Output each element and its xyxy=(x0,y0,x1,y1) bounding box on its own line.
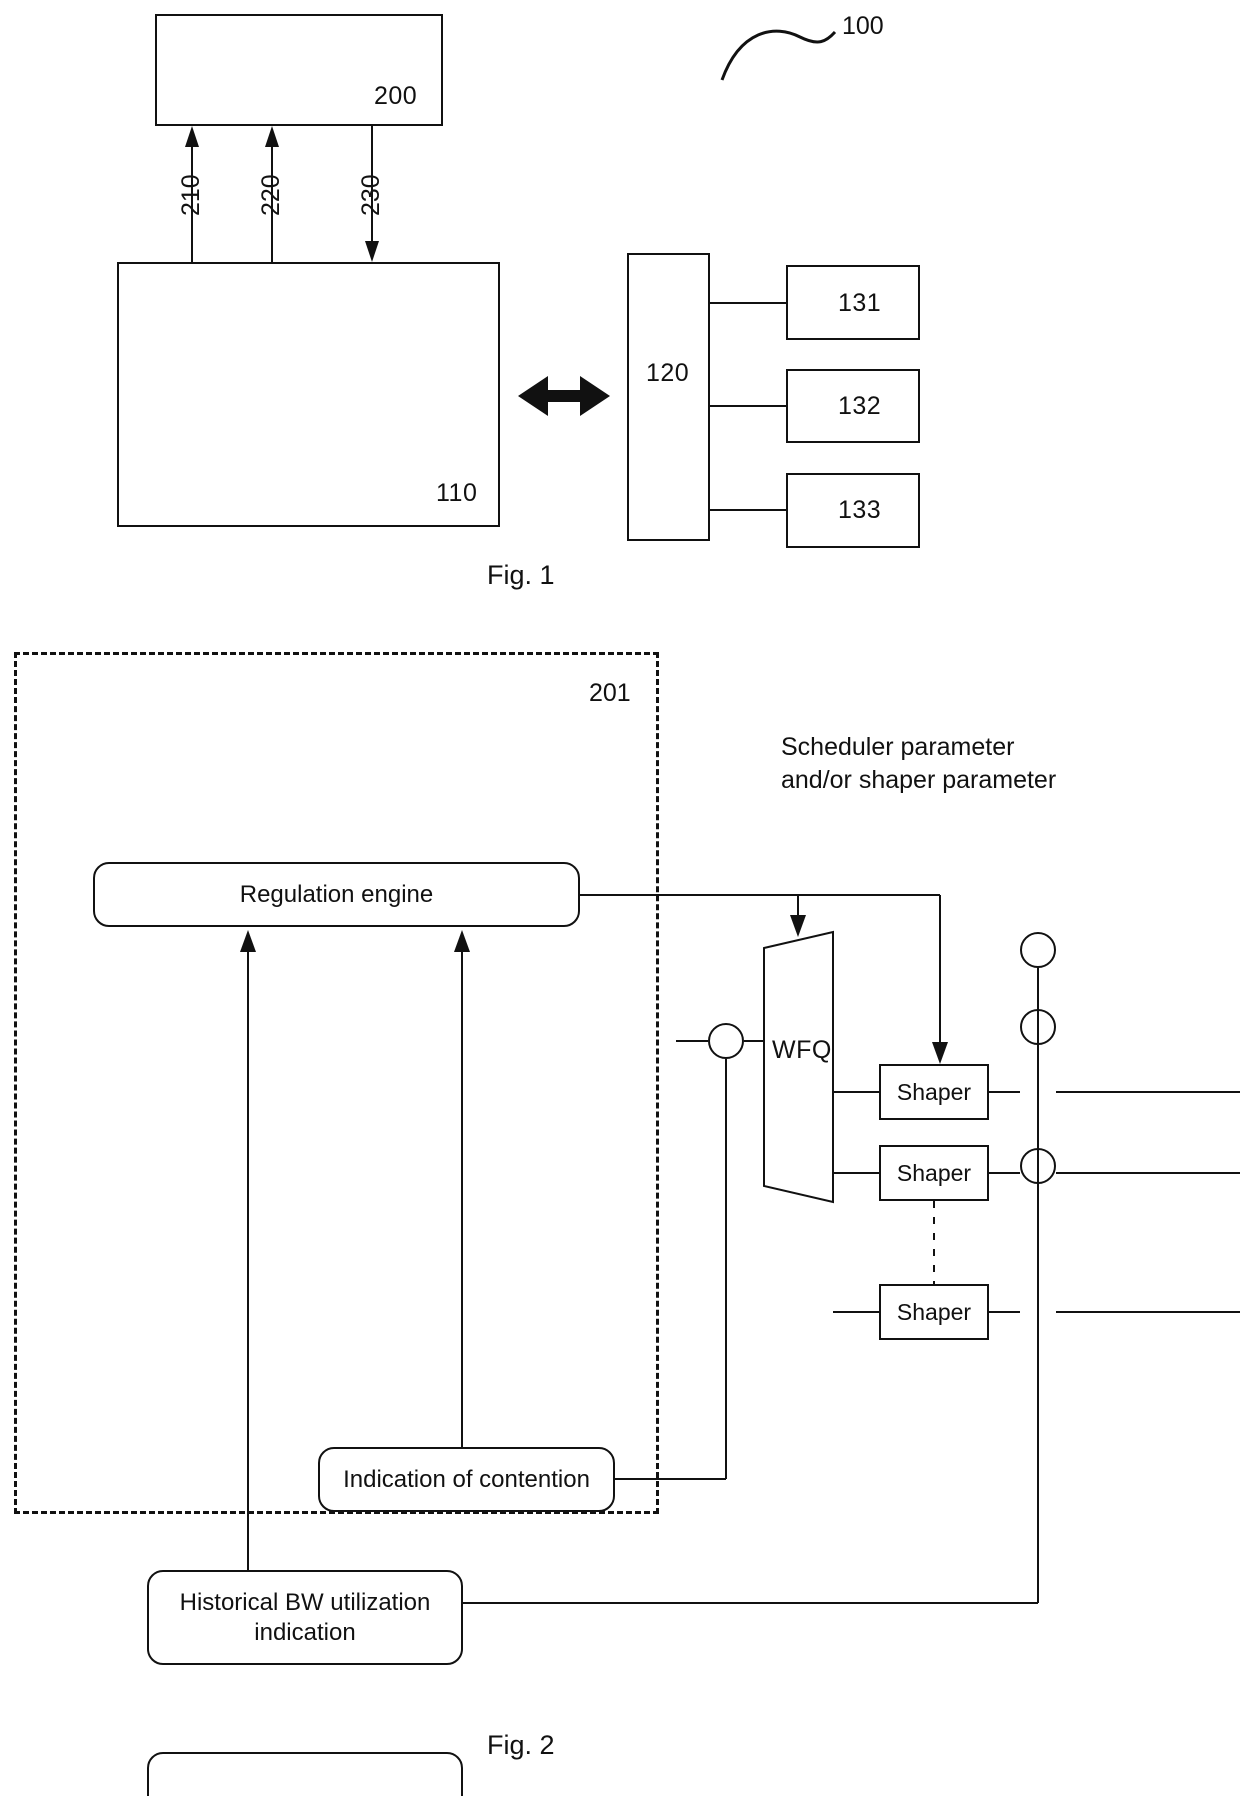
fig1-block-132-label: 132 xyxy=(838,392,882,420)
fig2-node-output-1 xyxy=(1020,932,1056,968)
fig2-node-output-2 xyxy=(1020,1009,1056,1045)
fig1-sheet-reference-100: 100 xyxy=(842,12,884,40)
fig2-regulation-engine-label: Regulation engine xyxy=(239,880,434,908)
fig2-dashed-region-201 xyxy=(14,652,659,1514)
patent-figure-sheet: 200 110 120 131 132 133 210 220 230 100 … xyxy=(0,0,1240,1796)
fig1-connector-label-210: 210 xyxy=(177,174,205,216)
fig1-block-110-label: 110 xyxy=(436,479,478,507)
fig1-caption: Fig. 1 xyxy=(487,560,555,590)
fig2-caption: Fig. 2 xyxy=(487,1730,555,1760)
fig2-scheduler-parameter-annotation: Scheduler parameter and/or shaper parame… xyxy=(781,733,1057,794)
fig2-shaper-3: Shaper xyxy=(879,1284,989,1340)
fig2-shaper-1: Shaper xyxy=(879,1064,989,1120)
fig2-shaper-3-label: Shaper xyxy=(896,1298,972,1325)
fig1-connector-label-230: 230 xyxy=(357,174,385,216)
fig2-node-output-3 xyxy=(1020,1148,1056,1184)
fig2-historical-bw-utilization-indication: Historical BW utilization indication xyxy=(147,1570,463,1665)
fig2-shaper-2-label: Shaper xyxy=(896,1159,972,1186)
fig2-shaper-1-label: Shaper xyxy=(896,1078,972,1105)
fig2-wfq-label: WFQ xyxy=(772,1036,832,1064)
fig2-indication-of-contention: Indication of contention xyxy=(318,1447,615,1512)
fig2-region-reference-201: 201 xyxy=(589,679,631,707)
fig2-historical-bw-indication xyxy=(147,1752,463,1796)
fig1-block-120 xyxy=(627,253,710,541)
fig2-shaper-2: Shaper xyxy=(879,1145,989,1201)
fig1-connector-label-220: 220 xyxy=(257,174,285,216)
fig2-regulation-engine: Regulation engine xyxy=(93,862,580,927)
fig2-indication-of-contention-label: Indication of contention xyxy=(343,1465,590,1493)
fig1-block-131-label: 131 xyxy=(838,289,882,317)
fig1-block-200-label: 200 xyxy=(374,82,418,110)
fig1-block-133-label: 133 xyxy=(838,496,882,524)
fig2-node-input xyxy=(708,1023,744,1059)
fig2-historical-bw-label: Historical BW utilization indication xyxy=(179,1588,431,1646)
fig1-block-120-label: 120 xyxy=(646,359,690,387)
